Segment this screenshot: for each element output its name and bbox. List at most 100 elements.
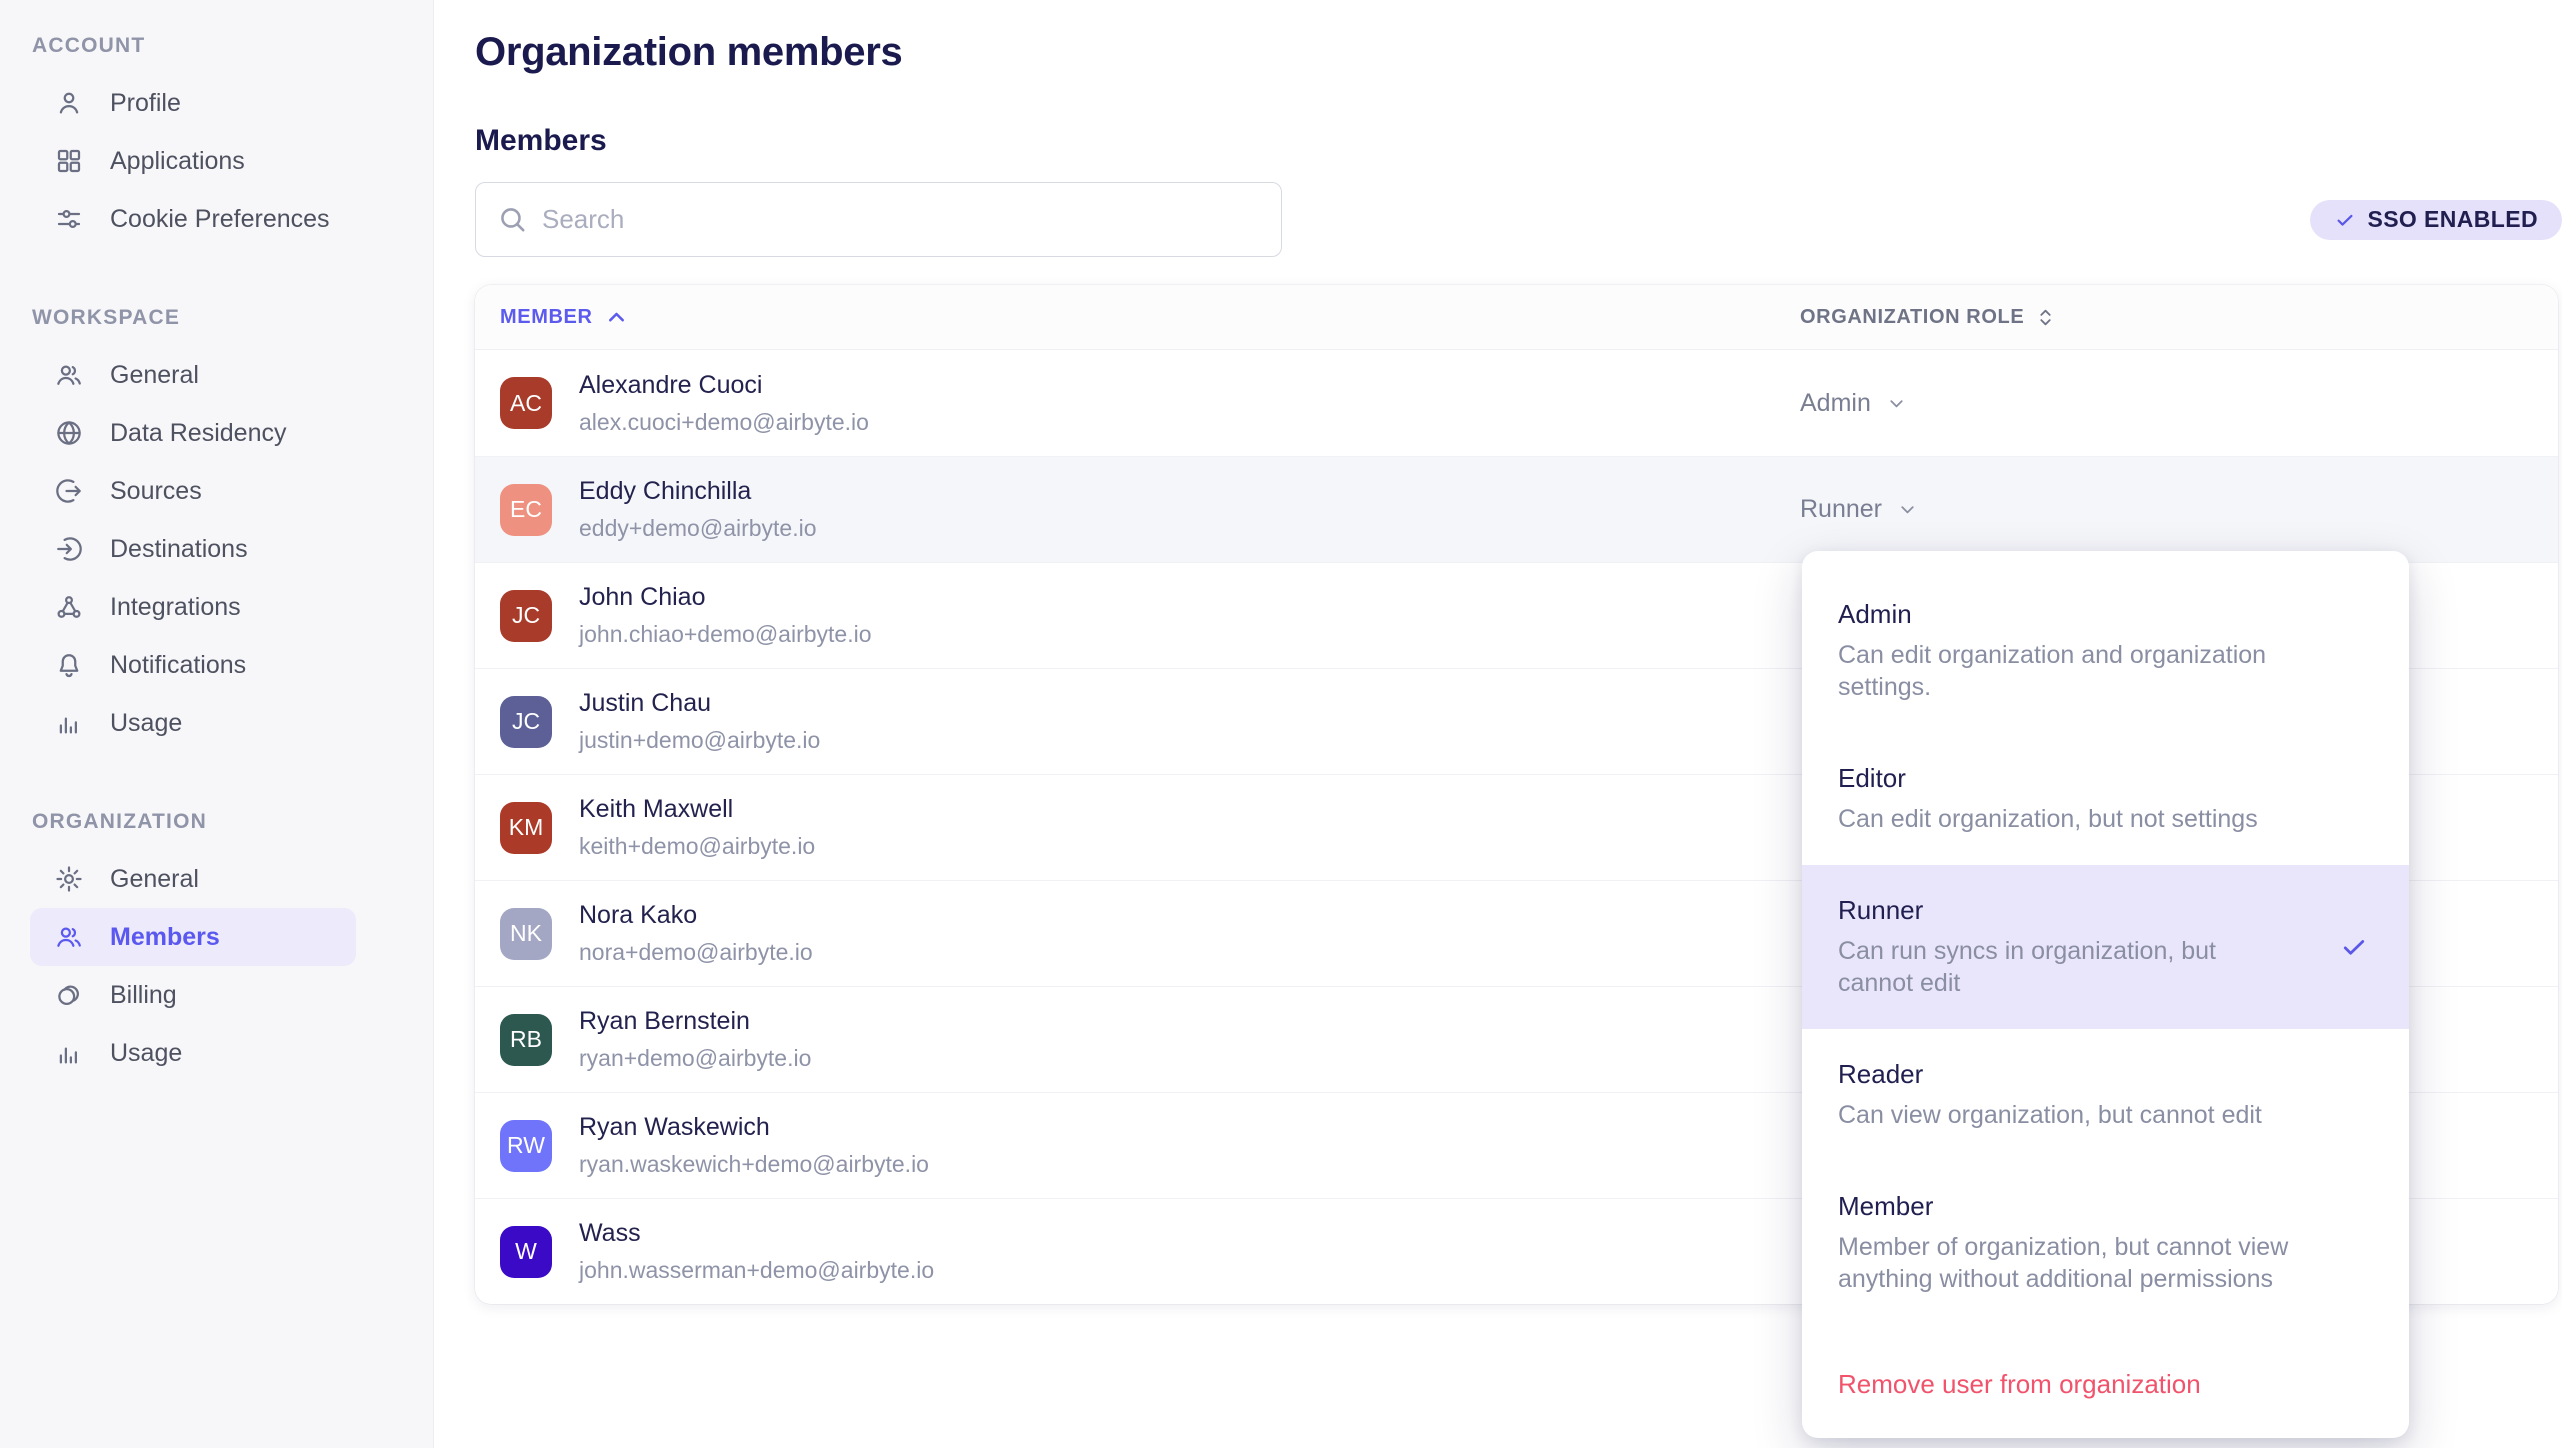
member-email: eddy+demo@airbyte.io xyxy=(579,515,817,542)
member-info: Justin Chau justin+demo@airbyte.io xyxy=(579,689,820,754)
sso-enabled-badge: SSO ENABLED xyxy=(2310,200,2562,240)
organization-role-dropdown: AdminCan edit organization and organizat… xyxy=(1802,551,2409,1438)
sidebar-item-billing[interactable]: Billing xyxy=(30,966,356,1024)
member-name: Eddy Chinchilla xyxy=(579,477,817,506)
role-option-admin[interactable]: AdminCan edit organization and organizat… xyxy=(1802,569,2409,733)
sidebar-item-destinations[interactable]: Destinations xyxy=(30,520,356,578)
avatar: AC xyxy=(500,377,552,429)
search-input[interactable] xyxy=(475,182,1282,257)
sidebar-item-integrations[interactable]: Integrations xyxy=(30,578,356,636)
globe-icon xyxy=(54,418,84,448)
role-option-title: Member xyxy=(1838,1191,2373,1222)
sidebar-item-applications[interactable]: Applications xyxy=(30,132,356,190)
billing-icon xyxy=(54,980,84,1010)
member-info: Ryan Waskewichryan.waskewich+demo@airbyt… xyxy=(579,1113,929,1178)
member-row-eddy-chinchilla: ECEddy Chinchillaeddy+demo@airbyte.ioRun… xyxy=(475,456,2558,562)
role-option-editor[interactable]: EditorCan edit organization, but not set… xyxy=(1802,733,2409,865)
role-value: Admin xyxy=(1800,389,1871,418)
role-option-reader[interactable]: ReaderCan view organization, but cannot … xyxy=(1802,1029,2409,1161)
sort-ascending-icon xyxy=(605,306,628,329)
sso-badge-label: SSO ENABLED xyxy=(2367,206,2538,233)
member-name: Ryan Bernstein xyxy=(579,1007,811,1036)
sidebar-item-label: General xyxy=(110,865,199,894)
chevron-down-icon xyxy=(1886,393,1907,414)
column-header-organization-role[interactable]: ORGANIZATION ROLE xyxy=(1800,306,2057,329)
sidebar-item-general[interactable]: General xyxy=(30,850,356,908)
member-row-alexandre-cuoci: AC Alexandre Cuoci alex.cuoci+demo@airbyte… xyxy=(475,350,2558,456)
member-email: nora+demo@airbyte.io xyxy=(579,939,813,966)
sidebar-item-label: Notifications xyxy=(110,651,246,680)
sidebar-item-label: Members xyxy=(110,923,220,952)
column-header-member[interactable]: MEMBER xyxy=(500,306,628,329)
sidebar-section-account: ACCOUNT Profile ApplicationsCookie Prefere… xyxy=(30,34,409,248)
role-option-runner[interactable]: RunnerCan run syncs in organization, but… xyxy=(1802,865,2409,1029)
page-title: Organization members xyxy=(475,30,902,75)
member-name: Alexandre Cuoci xyxy=(579,371,869,400)
sidebar-item-label: Usage xyxy=(110,1039,182,1068)
sidebar-section-title: ACCOUNT xyxy=(32,34,409,58)
sidebar-item-label: Destinations xyxy=(110,535,248,564)
sidebar-item-label: Profile xyxy=(110,89,181,118)
sidebar-item-label: Integrations xyxy=(110,593,241,622)
sidebar-item-general[interactable]: General xyxy=(30,346,356,404)
avatar: RB xyxy=(500,1014,552,1066)
role-option-title: Reader xyxy=(1838,1059,2373,1090)
member-email: alex.cuoci+demo@airbyte.io xyxy=(579,409,869,436)
member-info: John Chiaojohn.chiao+demo@airbyte.io xyxy=(579,583,872,648)
sidebar-item-cookie-preferences[interactable]: Cookie Preferences xyxy=(30,190,356,248)
sidebar-item-label: General xyxy=(110,361,199,390)
role-option-member[interactable]: Member Member of organization, but cannot… xyxy=(1802,1161,2409,1325)
bell-icon xyxy=(54,650,84,680)
member-name: John Chiao xyxy=(579,583,872,612)
sidebar-section-workspace: WORKSPACE General Data ResidencySources Des… xyxy=(30,306,409,752)
member-name: Justin Chau xyxy=(579,689,820,718)
search-box xyxy=(475,182,1282,257)
member-email: john.wasserman+demo@airbyte.io xyxy=(579,1257,934,1284)
users-icon xyxy=(54,360,84,390)
member-email: ryan+demo@airbyte.io xyxy=(579,1045,811,1072)
avatar: JC xyxy=(500,696,552,748)
selected-check-icon xyxy=(2339,932,2369,962)
members-toolbar: SSO ENABLED xyxy=(475,182,2562,257)
gear-icon xyxy=(54,864,84,894)
member-name: Keith Maxwell xyxy=(579,795,815,824)
sidebar-item-label: Usage xyxy=(110,709,182,738)
member-info: Alexandre Cuoci alex.cuoci+demo@airbyte.i… xyxy=(579,371,869,436)
remove-user-action[interactable]: Remove user from organization xyxy=(1802,1337,2409,1438)
sidebar-item-data-residency[interactable]: Data Residency xyxy=(30,404,356,462)
role-option-title: Admin xyxy=(1838,599,2373,630)
destination-icon xyxy=(54,534,84,564)
grid-icon xyxy=(54,146,84,176)
sidebar-section-title: WORKSPACE xyxy=(32,306,409,330)
sidebar-section-title: ORGANIZATION xyxy=(32,810,409,834)
sidebar-item-usage[interactable]: Usage xyxy=(30,1024,356,1082)
member-name: Ryan Waskewich xyxy=(579,1113,929,1142)
avatar: RW xyxy=(500,1120,552,1172)
chart-icon xyxy=(54,708,84,738)
sidebar-item-sources[interactable]: Sources xyxy=(30,462,356,520)
settings-sidebar: ACCOUNT Profile ApplicationsCookie Prefere… xyxy=(0,0,434,1448)
column-role-label: ORGANIZATION ROLE xyxy=(1800,306,2024,329)
chevron-down-icon xyxy=(1897,499,1918,520)
role-option-title: Runner xyxy=(1838,895,2373,926)
avatar: W xyxy=(500,1226,552,1278)
source-icon xyxy=(54,476,84,506)
sidebar-item-profile[interactable]: Profile xyxy=(30,74,356,132)
avatar: NK xyxy=(500,908,552,960)
avatar: JC xyxy=(500,590,552,642)
members-section-title: Members xyxy=(475,124,607,158)
sidebar-item-members[interactable]: Members xyxy=(30,908,356,966)
role-selector[interactable]: Runner xyxy=(1800,495,1918,524)
integrations-icon xyxy=(54,592,84,622)
sidebar-item-notifications[interactable]: Notifications xyxy=(30,636,356,694)
check-icon xyxy=(2334,209,2356,231)
role-option-description: Member of organization, but cannot view … xyxy=(1838,1231,2343,1295)
chart-icon xyxy=(54,1038,84,1068)
role-selector[interactable]: Admin xyxy=(1800,389,1907,418)
search-icon xyxy=(497,204,528,235)
member-email: justin+demo@airbyte.io xyxy=(579,727,820,754)
sidebar-item-label: Billing xyxy=(110,981,177,1010)
sidebar-item-usage[interactable]: Usage xyxy=(30,694,356,752)
role-option-description: Can edit organization, but not settings xyxy=(1838,803,2343,835)
member-info: Nora Kakonora+demo@airbyte.io xyxy=(579,901,813,966)
